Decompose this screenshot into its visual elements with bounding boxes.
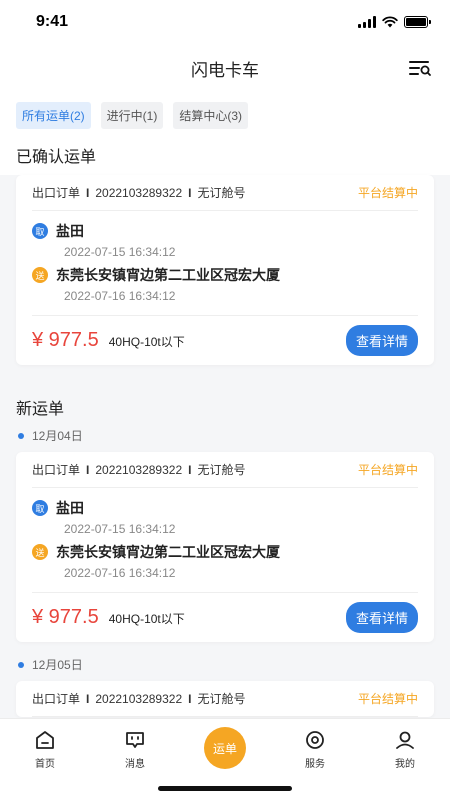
tabbar-label: 我的	[395, 759, 415, 770]
card-footer: ¥ 977.5 40HQ-10t以下 查看详情	[32, 592, 418, 642]
confirmed-section-title: 已确认运单	[0, 129, 450, 175]
status-time: 9:41	[36, 13, 69, 30]
order-number: 2022103289322	[95, 691, 183, 706]
separator: I	[86, 462, 90, 477]
container-spec: 40HQ-10t以下	[108, 335, 185, 349]
date-dot-icon	[18, 661, 24, 668]
profile-icon	[396, 731, 414, 749]
card-footer: ¥ 977.5 40HQ-10t以下 查看详情	[32, 315, 418, 365]
order-type: 出口订单	[32, 186, 81, 200]
price: ¥ 977.5	[32, 606, 99, 628]
view-details-button[interactable]: 查看详情	[345, 602, 418, 633]
drop-time: 2022-07-16 16:34:12	[64, 289, 176, 303]
order-card[interactable]: 出口订单 I 2022103289322 I 无订舱号 平台结算中 取 盐田 2…	[16, 452, 434, 642]
tab-all-orders[interactable]: 所有运单(2)	[16, 102, 91, 129]
battery-icon	[404, 16, 431, 28]
content[interactable]: 所有运单(2) 进行中(1) 结算中心(3) 已确认运单 出口订单 I 2022…	[0, 92, 450, 718]
view-details-button[interactable]: 查看详情	[345, 325, 418, 356]
tabbar-item-waybill[interactable]: 运单	[195, 727, 255, 769]
status-icons	[358, 16, 431, 28]
card-header: 出口订单 I 2022103289322 I 无订舱号 平台结算中	[32, 175, 418, 211]
page-title: 闪电卡车	[191, 60, 259, 80]
message-icon	[126, 732, 144, 748]
drop-name: 东莞长安镇宵边第二工业区冠宏大厦	[56, 544, 280, 560]
tabbar-label: 服务	[305, 759, 325, 770]
pickup-icon: 取	[32, 500, 48, 516]
nav-bar: 闪电卡车	[0, 44, 450, 92]
pickup-name: 盐田	[56, 223, 84, 239]
date-group-header: 12月05日	[0, 656, 450, 681]
order-info: 出口订单 I 2022103289322 I 无订舱号	[32, 690, 245, 707]
drop-icon: 送	[32, 267, 48, 283]
pickup-name: 盐田	[56, 500, 84, 516]
service-icon	[306, 731, 324, 749]
drop-stop: 送 东莞长安镇宵边第二工业区冠宏大厦 2022-07-16 16:34:12	[32, 542, 418, 580]
tabbar-label: 首页	[35, 759, 55, 770]
booking-number: 无订舱号	[197, 692, 246, 706]
separator: I	[188, 691, 192, 706]
pickup-time: 2022-07-15 16:34:12	[64, 522, 176, 536]
pickup-icon: 取	[32, 223, 48, 239]
route: 取 盐田 2022-07-15 16:34:12 送 东莞长安镇宵边第二工业区冠…	[32, 211, 418, 315]
order-number: 2022103289322	[95, 462, 183, 477]
order-number: 2022103289322	[95, 185, 183, 200]
tabbar-label: 运单	[212, 741, 237, 756]
wifi-icon	[382, 16, 398, 28]
price-wrap: ¥ 977.5 40HQ-10t以下	[32, 606, 185, 629]
separator: I	[188, 462, 192, 477]
tabbar-item-service[interactable]: 服务	[285, 729, 345, 770]
price: ¥ 977.5	[32, 329, 99, 351]
date-label: 12月05日	[32, 658, 83, 672]
card-header: 出口订单 I 2022103289322 I 无订舱号 平台结算中	[32, 452, 418, 488]
tabbar-item-profile[interactable]: 我的	[375, 729, 435, 770]
separator: I	[86, 691, 90, 706]
order-card[interactable]: 出口订单 I 2022103289322 I 无订舱号 平台结算中	[16, 681, 434, 717]
status-badge: 平台结算中	[357, 186, 418, 200]
date-group-header: 12月04日	[0, 427, 450, 452]
date-label: 12月04日	[32, 429, 83, 443]
order-card[interactable]: 出口订单 I 2022103289322 I 无订舱号 平台结算中 取 盐田 2…	[16, 175, 434, 365]
new-orders-section-title: 新运单	[16, 401, 65, 418]
status-bar: 9:41	[0, 0, 450, 44]
tab-in-progress[interactable]: 进行中(1)	[100, 102, 164, 129]
pickup-stop: 取 盐田 2022-07-15 16:34:12	[32, 221, 418, 259]
filter-search-icon[interactable]	[408, 58, 432, 78]
order-info: 出口订单 I 2022103289322 I 无订舱号	[32, 461, 245, 478]
drop-stop: 送 东莞长安镇宵边第二工业区冠宏大厦 2022-07-16 16:34:12	[32, 265, 418, 303]
bottom-tabbar: 首页 消息 运单 服务 我的	[0, 718, 450, 800]
tab-settlement[interactable]: 结算中心(3)	[173, 102, 249, 129]
home-indicator	[158, 786, 292, 791]
route: 取 盐田 2022-07-15 16:34:12 送 东莞长安镇宵边第二工业区冠…	[32, 488, 418, 592]
filter-tabs: 所有运单(2) 进行中(1) 结算中心(3)	[16, 100, 434, 129]
order-type: 出口订单	[32, 463, 81, 477]
waybill-icon: 运单	[204, 727, 246, 769]
order-type: 出口订单	[32, 692, 81, 706]
tabbar-item-home[interactable]: 首页	[15, 729, 75, 770]
separator: I	[188, 185, 192, 200]
pickup-time: 2022-07-15 16:34:12	[64, 245, 176, 259]
separator: I	[86, 185, 90, 200]
order-info: 出口订单 I 2022103289322 I 无订舱号	[32, 184, 245, 201]
booking-number: 无订舱号	[197, 186, 246, 200]
drop-time: 2022-07-16 16:34:12	[64, 566, 176, 580]
price-wrap: ¥ 977.5 40HQ-10t以下	[32, 329, 185, 352]
pickup-stop: 取 盐田 2022-07-15 16:34:12	[32, 498, 418, 536]
drop-icon: 送	[32, 544, 48, 560]
status-badge: 平台结算中	[357, 692, 418, 706]
tabbar-label: 消息	[125, 759, 145, 770]
filter-tabs-block: 所有运单(2) 进行中(1) 结算中心(3)	[0, 92, 450, 129]
status-badge: 平台结算中	[357, 463, 418, 477]
tabbar-item-messages[interactable]: 消息	[105, 729, 165, 770]
card-header: 出口订单 I 2022103289322 I 无订舱号 平台结算中	[32, 681, 418, 717]
date-dot-icon	[18, 432, 24, 439]
signal-icon	[358, 16, 376, 28]
home-icon	[36, 731, 54, 749]
booking-number: 无订舱号	[197, 463, 246, 477]
container-spec: 40HQ-10t以下	[108, 612, 185, 626]
drop-name: 东莞长安镇宵边第二工业区冠宏大厦	[56, 267, 280, 283]
